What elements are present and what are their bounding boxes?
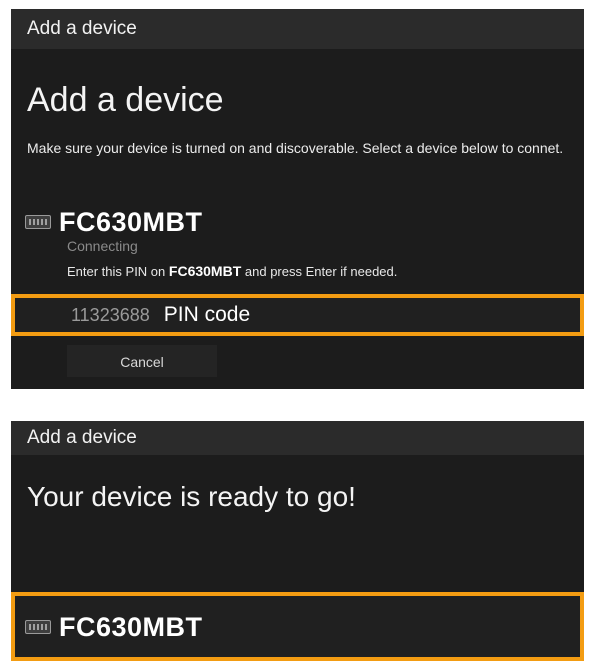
pin-highlight-box: 11323688 PIN code	[11, 294, 584, 336]
keyboard-icon	[25, 215, 51, 229]
pin-instruction-device: FC630MBT	[168, 263, 242, 279]
device-name: FC630MBT	[59, 611, 203, 642]
device-list-item[interactable]: FC630MBT	[25, 202, 203, 242]
connection-status: Connecting	[67, 238, 138, 254]
page-title: Add a device	[27, 81, 224, 119]
device-list-item[interactable]: FC630MBT	[25, 610, 203, 644]
add-device-dialog-ready: Add a device Your device is ready to go!…	[11, 421, 584, 661]
pin-value: 11323688	[71, 304, 150, 325]
keyboard-icon	[25, 620, 51, 634]
pin-instruction-prefix: Enter this PIN on	[67, 264, 166, 279]
cancel-button[interactable]: Cancel	[67, 345, 217, 377]
add-device-dialog-connecting: Add a device Add a device Make sure your…	[11, 9, 584, 389]
pin-row: 11323688 PIN code	[71, 298, 250, 332]
window-title: Add a device	[11, 421, 584, 455]
pin-instruction-suffix: and press Enter if needed.	[244, 264, 398, 279]
device-highlight-box: FC630MBT	[11, 592, 584, 661]
pin-instruction: Enter this PIN on FC630MBT and press Ent…	[67, 263, 397, 279]
device-name: FC630MBT	[59, 206, 203, 237]
pin-label: PIN code	[163, 303, 251, 326]
window-title: Add a device	[11, 9, 584, 49]
instructions-text: Make sure your device is turned on and d…	[27, 140, 564, 156]
ready-message: Your device is ready to go!	[27, 481, 356, 512]
